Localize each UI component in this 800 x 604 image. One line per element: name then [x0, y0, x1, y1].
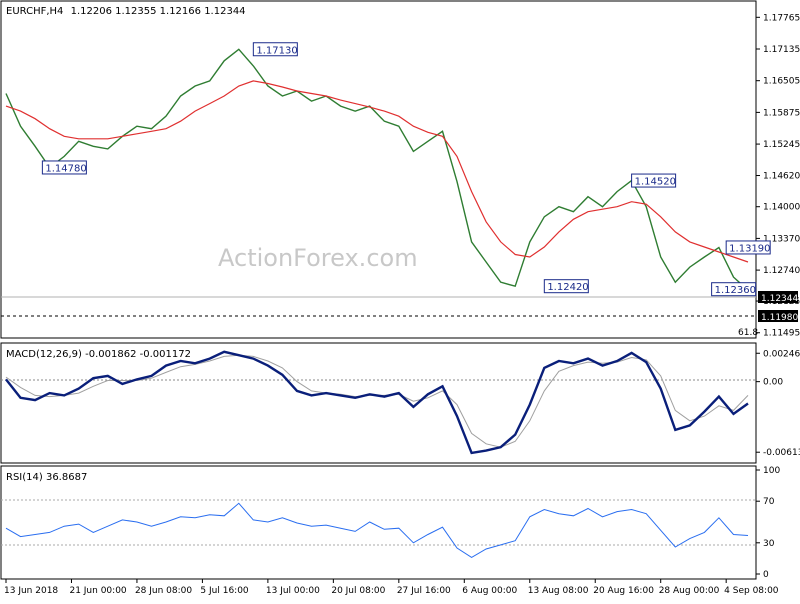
- x-tick-label: 13 Jun 2018: [4, 586, 58, 596]
- x-tick-label: 4 Sep 08:00: [724, 586, 779, 596]
- last-price-tag-text: 1.12344: [761, 294, 798, 304]
- price-tick-label: 1.14000: [763, 203, 800, 213]
- macd-series: [5, 350, 749, 455]
- ma-line: [5, 80, 749, 263]
- price-tick-label: 1.15245: [763, 140, 800, 150]
- price-tick-label: 1.14620: [763, 172, 800, 182]
- x-tick-label: 13 Jul 00:00: [266, 586, 320, 596]
- price-tick-label: 1.16505: [763, 77, 800, 87]
- last-price-tag: 1.12344: [758, 291, 798, 304]
- price-label: 1.13190: [729, 243, 770, 254]
- x-tick-label: 20 Aug 16:00: [593, 586, 654, 596]
- price-label: 1.17130: [256, 45, 297, 56]
- price-tick-label: 1.11495: [763, 329, 800, 339]
- price-tick-label: 1.15875: [763, 108, 800, 118]
- x-tick-label: 13 Aug 08:00: [528, 586, 589, 596]
- rsi-tick-label: 30: [763, 539, 775, 549]
- price-panel-frame: [0, 0, 757, 339]
- rsi-line: [5, 502, 749, 558]
- watermark: ActionForex.com: [218, 244, 418, 272]
- price-tick-label: 1.12740: [763, 266, 800, 276]
- chart-svg: ActionForex.com EURCHF,H4 1.12206 1.1235…: [0, 0, 800, 596]
- rsi-axis: 100 70 30 0: [756, 466, 780, 580]
- chart-symbol-ohlc: EURCHF,H4 1.12206 1.12355 1.12166 1.1234…: [6, 6, 246, 17]
- macd-signal-line: [5, 354, 749, 448]
- price-tick-label: 1.17135: [763, 45, 800, 55]
- x-axis: 13 Jun 2018 21 Jun 00:00 28 Jun 08:00 5 Jul…: [4, 579, 779, 596]
- price-tick-label: 1.17765: [763, 13, 800, 23]
- ohlc: 1.12206 1.12355 1.12166 1.12344: [71, 6, 246, 17]
- x-tick-label: 28 Jun 08:00: [135, 586, 192, 596]
- x-tick-label: 20 Jul 08:00: [331, 586, 385, 596]
- x-tick-label: 27 Jul 16:00: [397, 586, 451, 596]
- price-label: 1.12420: [547, 282, 588, 293]
- macd-tick-label: 0.002469: [763, 349, 800, 359]
- price-label: 1.14520: [635, 177, 676, 188]
- price-axis: 1.17765 1.17135 1.16505 1.15875 1.15245 1.146…: [756, 13, 800, 339]
- rsi-label: RSI(14) 36.8687: [6, 472, 87, 483]
- x-tick-label: 21 Jun 00:00: [69, 586, 126, 596]
- symbol: EURCHF,H4: [6, 6, 63, 17]
- macd-line: [5, 350, 749, 455]
- rsi-tick-label: 70: [763, 497, 775, 507]
- macd-axis: 0.002469 0.00 -0.006136: [756, 349, 800, 458]
- macd-tick-label: 0.00: [763, 378, 783, 388]
- rsi-panel-frame: [0, 465, 757, 580]
- x-tick-label: 6 Aug 00:00: [462, 586, 517, 596]
- fib-label: 61.8: [738, 328, 758, 338]
- rsi-tick-label: 100: [763, 466, 780, 476]
- macd-tick-label: -0.006136: [763, 448, 800, 458]
- x-tick-label: 5 Jul 16:00: [200, 586, 249, 596]
- rsi-tick-label: 0: [763, 570, 769, 580]
- macd-label: MACD(12,26,9) -0.001862 -0.001172: [6, 349, 191, 360]
- support-tag: 1.11980: [758, 310, 798, 323]
- support-tag-text: 1.11980: [761, 313, 798, 323]
- rsi-series: [5, 502, 749, 558]
- price-label: 1.12360: [715, 285, 756, 296]
- x-tick-label: 28 Aug 00:00: [659, 586, 720, 596]
- price-label: 1.14780: [45, 163, 86, 174]
- chart-window: ActionForex.com EURCHF,H4 1.12206 1.1235…: [0, 0, 800, 600]
